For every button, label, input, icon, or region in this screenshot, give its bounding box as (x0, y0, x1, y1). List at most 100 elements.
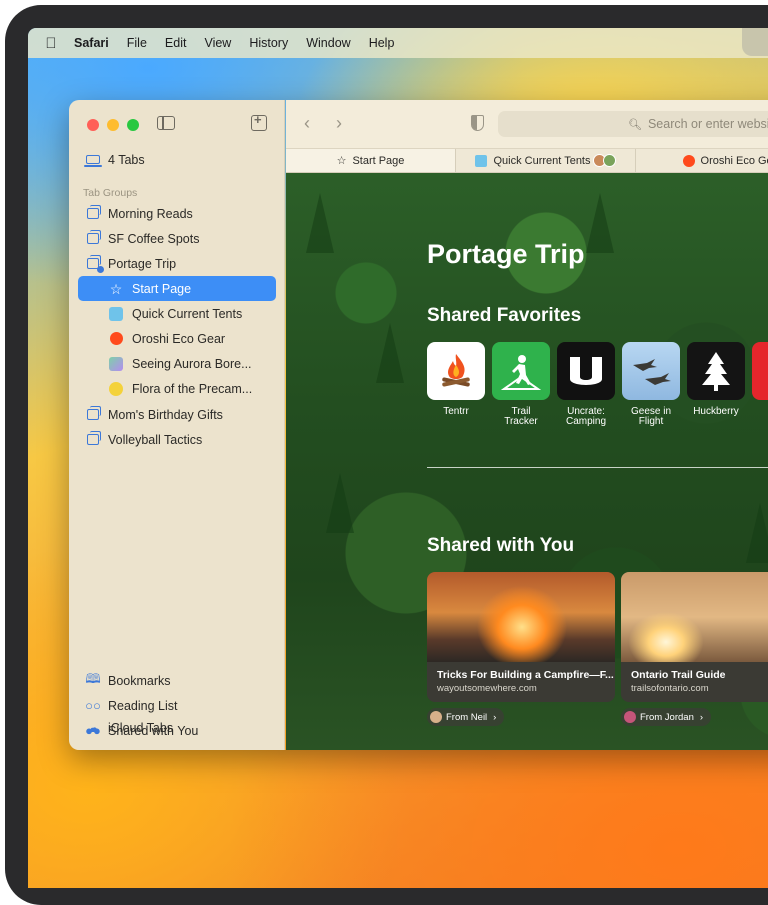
flower-favicon-icon (109, 381, 123, 396)
forward-button[interactable]: › (336, 113, 342, 134)
favorite-label: Huckberry (693, 406, 739, 417)
star-icon: ☆ (109, 280, 123, 297)
chevron-right-icon: › (699, 711, 704, 723)
sidebar-item-sf-coffee-spots[interactable]: SF Coffee Spots (78, 226, 276, 251)
menu-window[interactable]: Window (306, 36, 350, 50)
oroshi-favicon-icon (682, 154, 695, 167)
star-icon: ☆ (336, 155, 347, 167)
sidebar-item-oroshi-eco-gear[interactable]: Oroshi Eco Gear (78, 326, 276, 351)
sidebar-item-label: Start Page (132, 281, 192, 296)
shared-tab-group-icon (87, 255, 104, 273)
menu-view[interactable]: View (204, 36, 231, 50)
oroshi-favicon-icon (109, 332, 123, 345)
tab-group-icon (87, 230, 101, 244)
tab-bar: ☆ Start Page Quick Current Tents Oroshi … (286, 148, 768, 173)
sidebar-item-portage-trip[interactable]: Portage Trip (78, 251, 276, 276)
card-title: Ontario Trail Guide (631, 669, 726, 681)
address-bar[interactable]: 🔍︎ Search or enter website (498, 111, 768, 137)
sidebar-item-label: Oroshi Eco Gear (132, 331, 226, 346)
favorite-label: Geese in Flight (630, 406, 672, 427)
sidebar-item-label: Portage Trip (108, 256, 177, 271)
zoom-window-button[interactable] (127, 119, 139, 131)
sidebar-item-label: 4 Tabs (108, 152, 145, 167)
menu-edit[interactable]: Edit (165, 36, 187, 50)
menu-file[interactable]: File (127, 36, 147, 50)
avatar (624, 711, 636, 723)
new-tab-group-icon[interactable] (251, 112, 267, 131)
close-window-button[interactable] (87, 119, 99, 131)
menu-app-name[interactable]: Safari (74, 36, 109, 50)
favorite-trail-tracker[interactable]: Trail Tracker (492, 342, 550, 427)
from-label: From Neil (446, 711, 488, 723)
menu-bar:  Safari File Edit View History Window H… (28, 28, 768, 58)
favorite-geese-in-flight[interactable]: Geese in Flight (622, 342, 680, 427)
sidebar-item-bookmarks[interactable]: 🕮 Bookmarks (78, 668, 276, 693)
sidebar-item-label: Mom's Birthday Gifts (108, 407, 223, 422)
sidebar-item-icloud-tabs[interactable]: ☁ iCloud Tabs (78, 715, 276, 740)
geese-icon (622, 342, 680, 400)
aurora-favicon-icon (109, 356, 123, 371)
tab-label: Quick Current Tents (493, 154, 591, 167)
tent-favicon-icon (109, 306, 123, 321)
sidebar-item-label: Seeing Aurora Bore... (132, 356, 252, 371)
safari-window: 4 Tabs Tab Groups Morning Reads SF Coffe… (69, 100, 768, 750)
tree-decoration (376, 323, 404, 383)
tab-start-page[interactable]: ☆ Start Page (286, 149, 456, 172)
cloud-icon: ☁ (86, 719, 100, 735)
laptop-icon (84, 155, 102, 167)
tab-groups-header: Tab Groups (83, 187, 138, 199)
sidebar-toggle-icon[interactable] (157, 116, 175, 130)
shared-card-ontario-trail[interactable]: Ontario Trail Guide trailsofontario.com (621, 572, 768, 702)
partial-favorite-icon (752, 342, 768, 400)
menu-help[interactable]: Help (369, 36, 395, 50)
apple-menu-icon[interactable]:  (28, 35, 74, 52)
collaborator-avatars (592, 154, 616, 167)
sidebar-item-volleyball-tactics[interactable]: Volleyball Tactics (78, 427, 276, 452)
favorite-uncrate[interactable]: Uncrate: Camping (557, 342, 615, 427)
tree-decoration (746, 503, 768, 563)
sidebar-item-label: Morning Reads (108, 206, 193, 221)
tab-oroshi-eco-gear[interactable]: Oroshi Eco Gear (636, 149, 768, 172)
section-divider (427, 467, 768, 468)
sidebar-item-tabs[interactable]: 4 Tabs (78, 147, 276, 172)
tab-group-icon (87, 431, 101, 445)
sidebar-item-quick-current-tents[interactable]: Quick Current Tents (78, 301, 276, 326)
menu-history[interactable]: History (249, 36, 288, 50)
favorite-label: Trail Tracker (504, 406, 538, 427)
sidebar-item-flora[interactable]: Flora of the Precam... (78, 376, 276, 401)
favorite-huckberry[interactable]: Huckberry (687, 342, 745, 417)
sidebar-item-label: Reading List (108, 698, 178, 713)
sidebar-item-start-page[interactable]: ☆ Start Page (78, 276, 276, 301)
favorite-label: Tentrr (443, 406, 469, 417)
favorite-tentrr[interactable]: Tentrr (427, 342, 485, 417)
tree-decoration (306, 193, 334, 253)
favorite-partial[interactable]: FiTr (752, 342, 768, 427)
sidebar-item-morning-reads[interactable]: Morning Reads (78, 201, 276, 226)
tree-decoration (326, 473, 354, 533)
sidebar-item-label: Quick Current Tents (132, 306, 243, 321)
from-jordan-chip[interactable]: From Jordan › (621, 708, 712, 726)
privacy-shield-icon[interactable] (471, 115, 484, 131)
back-button[interactable]: ‹ (304, 113, 310, 134)
minimize-window-button[interactable] (107, 119, 119, 131)
tree-decoration (586, 193, 614, 253)
tab-label: Start Page (352, 154, 405, 167)
sidebar-item-moms-birthday-gifts[interactable]: Mom's Birthday Gifts (78, 402, 276, 427)
glasses-icon: ○○ (85, 698, 101, 713)
favorite-label: Uncrate: Camping (565, 406, 607, 427)
browser-main: ‹ › 🔍︎ Search or enter website ☆ Start P… (286, 100, 768, 750)
shared-card-campfire[interactable]: Tricks For Building a Campfire—F... wayo… (427, 572, 615, 702)
from-neil-chip[interactable]: From Neil › (427, 708, 505, 726)
sidebar-item-label: iCloud Tabs (108, 720, 174, 735)
tab-quick-current-tents[interactable]: Quick Current Tents (456, 149, 636, 172)
sidebar-item-seeing-aurora[interactable]: Seeing Aurora Bore... (78, 351, 276, 376)
card-site: trailsofontario.com (631, 683, 709, 694)
shared-favorites-title: Shared Favorites (427, 305, 582, 326)
book-icon: 🕮 (85, 670, 101, 686)
card-site: wayoutsomewhere.com (437, 683, 537, 694)
search-icon: 🔍︎ (628, 118, 642, 131)
tab-group-icon (87, 406, 101, 420)
chevron-right-icon: › (493, 711, 497, 723)
sidebar-item-label: Bookmarks (108, 673, 171, 688)
tent-favicon-icon (475, 154, 488, 167)
